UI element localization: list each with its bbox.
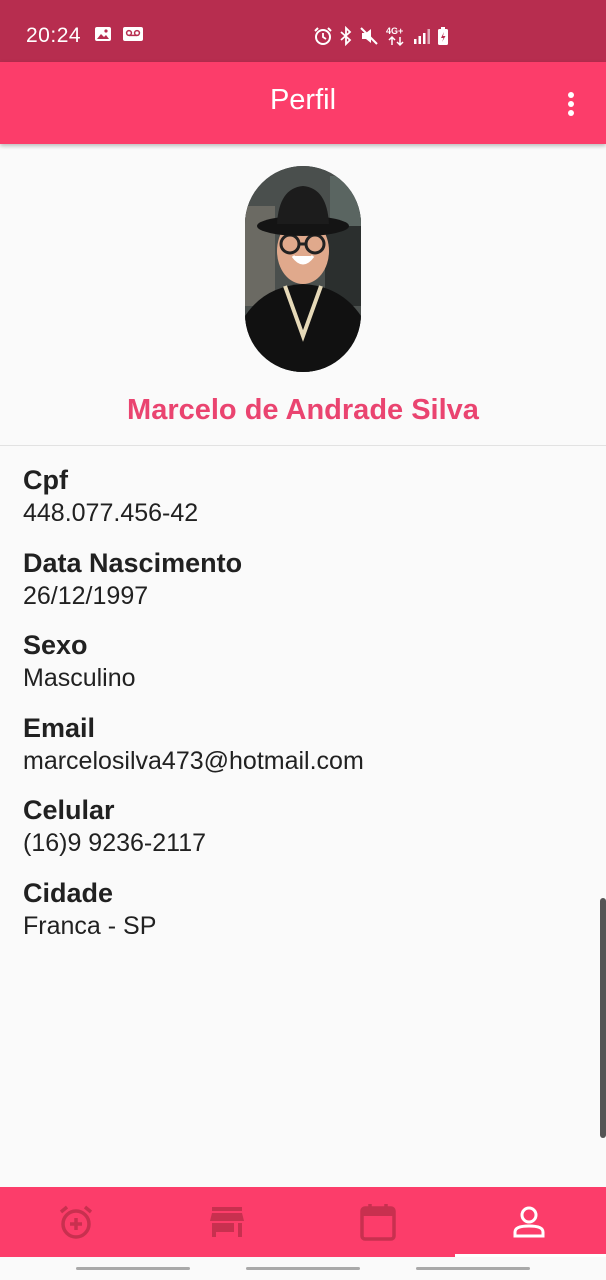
field-value: Masculino bbox=[23, 664, 136, 692]
field-cpf: Cpf 448.077.456-42 bbox=[23, 463, 364, 546]
page-title: Perfil bbox=[269, 84, 337, 116]
field-value: marcelosilva473@hotmail.com bbox=[23, 746, 364, 775]
field-birth-date: Data Nascimento 26/12/1997 bbox=[23, 546, 364, 629]
scrollbar[interactable] bbox=[600, 898, 606, 1138]
field-phone: Celular (16)9 9236-2117 bbox=[23, 793, 364, 876]
status-time: 20:24 bbox=[26, 24, 82, 47]
person-icon bbox=[513, 1206, 544, 1238]
calendar-icon bbox=[359, 1204, 396, 1241]
field-value: 26/12/1997 bbox=[23, 581, 149, 610]
alarm-add-icon bbox=[59, 1205, 92, 1239]
system-back-button[interactable] bbox=[416, 1267, 530, 1270]
more-options-button[interactable] bbox=[556, 89, 586, 119]
divider bbox=[0, 445, 606, 446]
app-bar: Perfil bbox=[0, 62, 606, 144]
nav-item-profile[interactable] bbox=[453, 1187, 604, 1257]
signal-icon bbox=[413, 27, 431, 50]
status-bar: 20:24 4G+ bbox=[0, 0, 606, 62]
store-icon bbox=[209, 1207, 244, 1237]
profile-fields: Cpf 448.077.456-42 Data Nascimento 26/12… bbox=[23, 463, 364, 958]
network-4g-icon: 4G+ bbox=[385, 25, 407, 52]
system-nav-bar bbox=[0, 1257, 606, 1280]
field-city: Cidade Franca - SP bbox=[23, 876, 364, 959]
field-label: Celular bbox=[23, 795, 115, 825]
field-value: Franca - SP bbox=[23, 911, 157, 940]
field-sex: Sexo Masculino bbox=[23, 628, 364, 711]
nav-item-calendar[interactable] bbox=[302, 1187, 453, 1257]
system-recents-button[interactable] bbox=[76, 1267, 190, 1270]
field-label: Cpf bbox=[23, 465, 68, 495]
field-label: Email bbox=[23, 712, 96, 743]
battery-icon bbox=[437, 26, 449, 51]
field-email: Email marcelosilva473@hotmail.com bbox=[23, 711, 364, 794]
nav-item-store[interactable] bbox=[151, 1187, 302, 1257]
field-value: (16)9 9236-2117 bbox=[23, 829, 207, 857]
field-label: Data Nascimento bbox=[23, 547, 243, 578]
nav-item-alarms[interactable] bbox=[0, 1187, 151, 1257]
alarm-icon bbox=[313, 26, 333, 51]
field-value: 448.077.456-42 bbox=[23, 499, 199, 527]
field-label: Cidade bbox=[23, 877, 114, 908]
more-vert-icon bbox=[568, 92, 574, 116]
mute-icon bbox=[359, 26, 379, 51]
image-icon bbox=[94, 26, 112, 47]
field-label: Sexo bbox=[23, 630, 88, 660]
svg-text:4G+: 4G+ bbox=[386, 26, 403, 36]
bottom-nav bbox=[0, 1187, 606, 1257]
voicemail-icon bbox=[122, 26, 144, 47]
bluetooth-icon bbox=[339, 25, 353, 51]
profile-name: Marcelo de Andrade Silva bbox=[127, 394, 479, 426]
avatar bbox=[245, 166, 361, 372]
system-home-button[interactable] bbox=[246, 1267, 360, 1270]
